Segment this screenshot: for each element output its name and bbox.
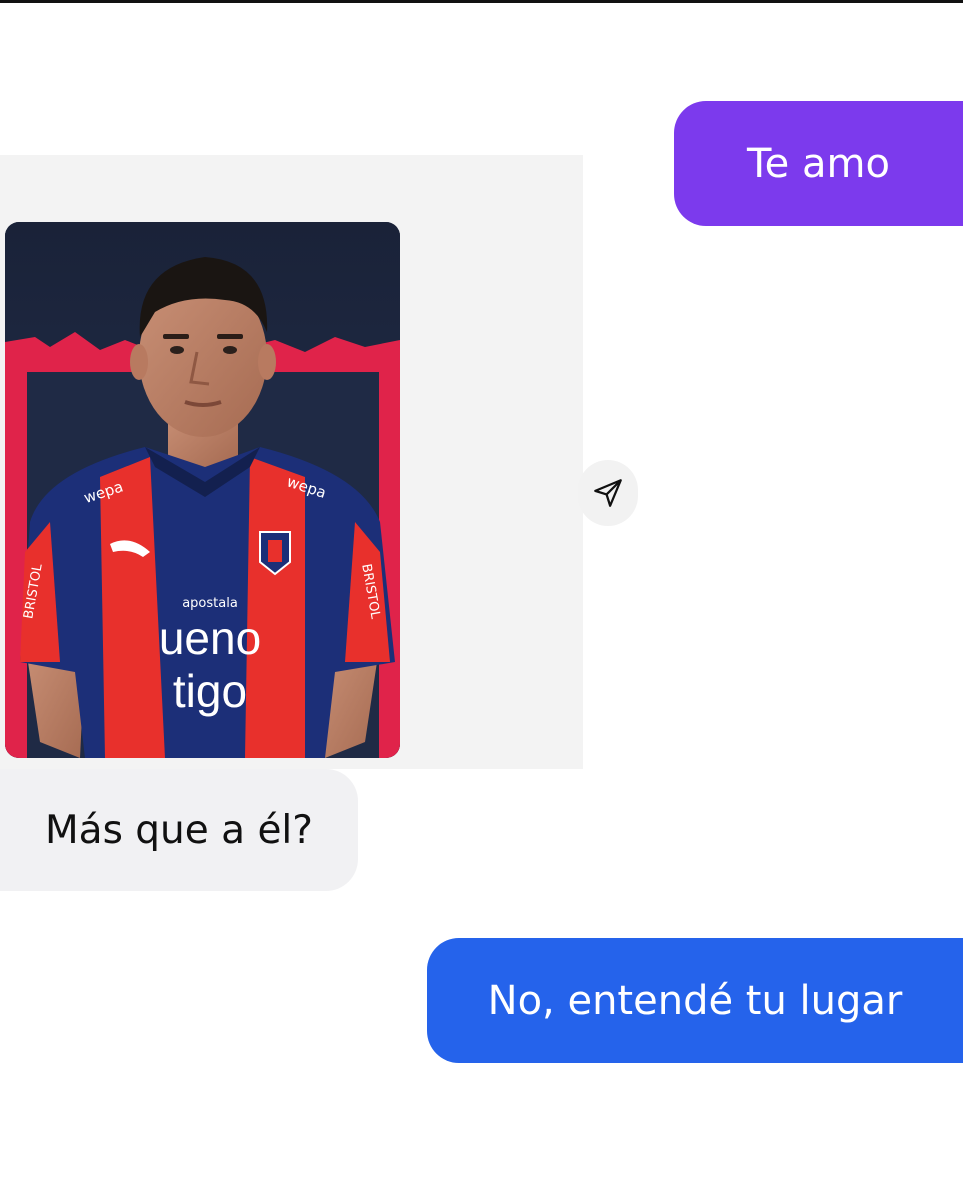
- message-text: Más que a él?: [45, 807, 313, 853]
- player-photo[interactable]: apostala ueno tigo wepa wepa BRISTOL BRI…: [5, 222, 400, 758]
- small-sponsor-logo: apostala: [182, 596, 238, 611]
- sponsor-bottom-logo: tigo: [173, 665, 247, 717]
- player-image: apostala ueno tigo wepa wepa BRISTOL BRI…: [5, 222, 400, 758]
- sponsor-top-logo: ueno: [159, 612, 261, 664]
- message-bubble-outgoing[interactable]: Te amo: [674, 101, 963, 226]
- message-text: No, entendé tu lugar: [487, 977, 903, 1024]
- forward-button[interactable]: [578, 460, 638, 526]
- message-text: Te amo: [747, 140, 890, 187]
- paper-plane-icon: [594, 479, 622, 507]
- shared-post[interactable]: apostala ueno tigo wepa wepa BRISTOL BRI…: [0, 155, 583, 769]
- message-bubble-incoming[interactable]: Más que a él?: [0, 769, 358, 891]
- message-bubble-outgoing[interactable]: No, entendé tu lugar: [427, 938, 963, 1063]
- top-border: [0, 0, 963, 3]
